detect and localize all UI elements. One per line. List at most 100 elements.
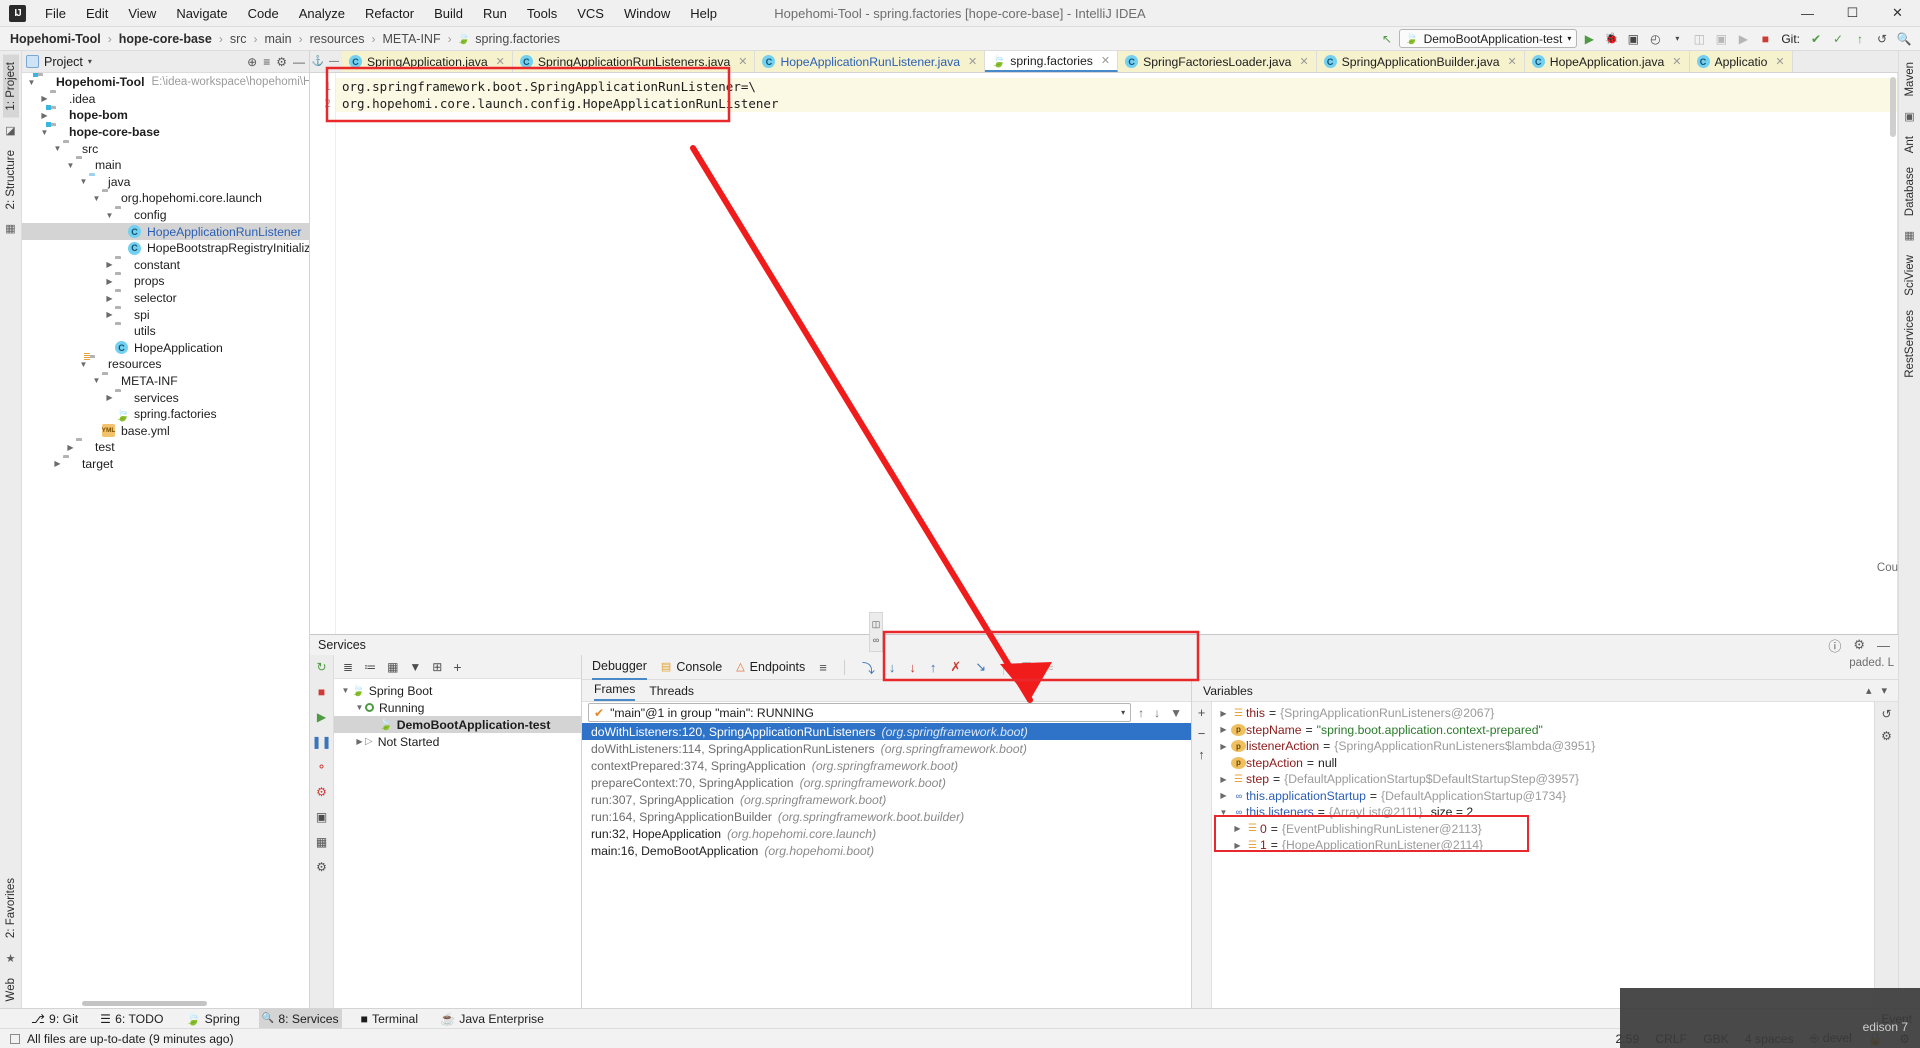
- profiler-button[interactable]: ◴: [1645, 29, 1665, 49]
- settings-icon[interactable]: ⚙: [316, 860, 327, 874]
- tab-endpoints[interactable]: △ Endpoints: [736, 655, 805, 680]
- close-button[interactable]: ✕: [1875, 0, 1920, 27]
- run-button[interactable]: ▶: [1579, 29, 1599, 49]
- tab-debugger[interactable]: Debugger: [592, 655, 647, 680]
- step-over-icon[interactable]: ⤵: [862, 658, 875, 677]
- chevron-right-icon[interactable]: ▶: [117, 244, 128, 253]
- chevron-right-icon[interactable]: ▶: [117, 227, 128, 236]
- frame-row[interactable]: run:307, SpringApplication (org.springfra…: [582, 791, 1191, 808]
- tree-node[interactable]: ▼ META-INF: [22, 373, 309, 390]
- step-into-icon[interactable]: ↓: [889, 660, 896, 675]
- tree-node[interactable]: ▼ java: [22, 174, 309, 191]
- close-tab-icon[interactable]: ✕: [1775, 55, 1784, 68]
- step-out-icon[interactable]: ↑: [930, 660, 937, 675]
- editor-tab[interactable]: C HopeApplicationRunListener.java ✕: [755, 51, 986, 72]
- sidebar-item-favorites[interactable]: 2: Favorites: [3, 871, 19, 945]
- chevron-right-icon[interactable]: ▶: [1216, 709, 1231, 718]
- frame-row[interactable]: doWithListeners:114, SpringApplicationRu…: [582, 740, 1191, 757]
- frame-row[interactable]: doWithListeners:120, SpringApplicationRu…: [582, 723, 1191, 740]
- tree-node[interactable]: ▶ test: [22, 439, 309, 456]
- frame-row[interactable]: run:32, HopeApplication (org.hopehomi.cor…: [582, 825, 1191, 842]
- chevron-right-icon[interactable]: ▶: [104, 410, 115, 419]
- services-tree[interactable]: ▼🍃Spring Boot▼Running▶🍃DemoBootApplicati…: [334, 679, 581, 750]
- debug-button[interactable]: 🐞: [1601, 29, 1621, 49]
- sidebar-item-database[interactable]: Database: [1902, 160, 1918, 223]
- minimize-editor-icon[interactable]: —: [326, 51, 342, 72]
- panel-splitter-handle[interactable]: ◫ ∞: [869, 612, 883, 652]
- hide-services-icon[interactable]: —: [1877, 638, 1890, 653]
- expand-all-icon[interactable]: ≣: [343, 660, 353, 674]
- frame-row[interactable]: run:164, SpringApplicationBuilder (org.sp…: [582, 808, 1191, 825]
- chevron-right-icon[interactable]: ▶: [1216, 742, 1231, 751]
- sidebar-item-ant[interactable]: Ant: [1902, 129, 1918, 160]
- expand-variables-icon[interactable]: ▾: [1881, 684, 1887, 697]
- chevron-right-icon[interactable]: ▶: [1216, 791, 1231, 800]
- drop-frame-icon[interactable]: ✗: [950, 659, 961, 675]
- code-line-1[interactable]: org.springframework.boot.SpringApplicati…: [336, 78, 1898, 95]
- view-breakpoints-icon[interactable]: ⚙: [316, 785, 327, 799]
- variable-row[interactable]: ▶ ☰ this = {SpringApplicationRunListeners@20…: [1212, 705, 1874, 722]
- menu-navigate[interactable]: Navigate: [166, 3, 237, 24]
- camera-icon[interactable]: ▣: [316, 810, 327, 824]
- resume-button[interactable]: ▶: [1733, 29, 1753, 49]
- services-tree-node[interactable]: ▶ ▷ Not Started: [334, 733, 581, 750]
- frames-filter-icon[interactable]: ▼: [1167, 706, 1185, 720]
- breadcrumb-module[interactable]: hope-core-base: [117, 32, 214, 46]
- chevron-right-icon[interactable]: ▶: [104, 260, 115, 269]
- close-tab-icon[interactable]: ✕: [496, 55, 505, 68]
- chevron-down-icon[interactable]: ▼: [354, 703, 365, 712]
- run-with-coverage-button[interactable]: ▣: [1623, 29, 1643, 49]
- git-history-icon[interactable]: ↺: [1872, 29, 1892, 49]
- bottom-tab-todo[interactable]: ☰ 6: TODO: [97, 1009, 166, 1029]
- chevron-down-icon[interactable]: ▼: [1216, 808, 1231, 817]
- bottom-tab-terminal[interactable]: ■ Terminal: [358, 1009, 421, 1029]
- tree-node[interactable]: ▼ resources: [22, 356, 309, 373]
- hide-panel-icon[interactable]: —: [293, 55, 305, 69]
- remove-watch-icon[interactable]: −: [1198, 726, 1206, 741]
- chevron-right-icon[interactable]: ▶: [104, 343, 115, 352]
- breadcrumb-main[interactable]: main: [263, 32, 294, 46]
- mute-breakpoints-icon[interactable]: ⚬: [316, 760, 326, 774]
- chevron-right-icon[interactable]: ▶: [91, 426, 102, 435]
- editor-tab[interactable]: C SpringApplication.java ✕: [342, 51, 513, 72]
- git-update-icon[interactable]: ✔: [1806, 29, 1826, 49]
- chevron-right-icon[interactable]: ▶: [104, 327, 115, 336]
- tree-node[interactable]: ▼ Hopehomi-Tool E:\idea-workspace\hopehomi…: [22, 74, 309, 91]
- sidebar-item-maven[interactable]: Maven: [1902, 55, 1918, 104]
- menu-file[interactable]: File: [35, 3, 76, 24]
- tree-node[interactable]: ▶C HopeApplicationRunListener: [22, 223, 309, 240]
- tree-node[interactable]: ▶ services: [22, 389, 309, 406]
- pause-program-icon[interactable]: ❚❚: [311, 735, 331, 749]
- frame-down-icon[interactable]: ↓: [1151, 706, 1163, 720]
- menu-vcs[interactable]: VCS: [567, 3, 614, 24]
- stop-button[interactable]: ■: [1755, 29, 1775, 49]
- editor-tab[interactable]: C SpringFactoriesLoader.java ✕: [1118, 51, 1317, 72]
- tree-node[interactable]: ▶ selector: [22, 290, 309, 307]
- maximize-button[interactable]: ☐: [1830, 0, 1875, 27]
- chevron-down-icon[interactable]: ▼: [39, 128, 50, 137]
- chevron-down-icon[interactable]: ▼: [52, 144, 63, 153]
- chevron-down-icon[interactable]: ▼: [65, 161, 76, 170]
- refresh-icon[interactable]: ↺: [1881, 707, 1891, 721]
- editor-tab[interactable]: C SpringApplicationRunListeners.java ✕: [512, 51, 756, 72]
- tree-node[interactable]: ▶ constant: [22, 257, 309, 274]
- menu-refactor[interactable]: Refactor: [355, 3, 424, 24]
- evaluate-expression-icon[interactable]: ⊞: [1021, 659, 1032, 675]
- commit-icon[interactable]: ◪: [5, 124, 15, 137]
- stop-process-icon[interactable]: ■: [318, 685, 325, 699]
- chevron-right-icon[interactable]: ▶: [104, 310, 115, 319]
- menu-tools[interactable]: Tools: [517, 3, 567, 24]
- close-tab-icon[interactable]: ✕: [1672, 55, 1681, 68]
- chevron-right-icon[interactable]: ▶: [1216, 775, 1231, 784]
- sidebar-item-restservices[interactable]: RestServices: [1902, 303, 1918, 385]
- database-icon[interactable]: ▦: [1904, 229, 1914, 242]
- code-line-2[interactable]: org.hopehomi.core.launch.config.HopeAppl…: [336, 95, 1898, 112]
- menu-build[interactable]: Build: [424, 3, 473, 24]
- variables-tree[interactable]: ▶ ☰ this = {SpringApplicationRunListeners@20…: [1212, 702, 1874, 1008]
- editor-tab[interactable]: C HopeApplication.java ✕: [1524, 51, 1690, 72]
- chevron-down-icon[interactable]: ▼: [104, 211, 115, 220]
- variable-row[interactable]: p stepAction = null: [1212, 755, 1874, 772]
- code-editor[interactable]: 1 2 org.springframework.boot.SpringAppli…: [310, 73, 1898, 634]
- sidebar-item-sciview[interactable]: SciView: [1902, 248, 1918, 303]
- tree-node[interactable]: ▼ hope-core-base: [22, 124, 309, 141]
